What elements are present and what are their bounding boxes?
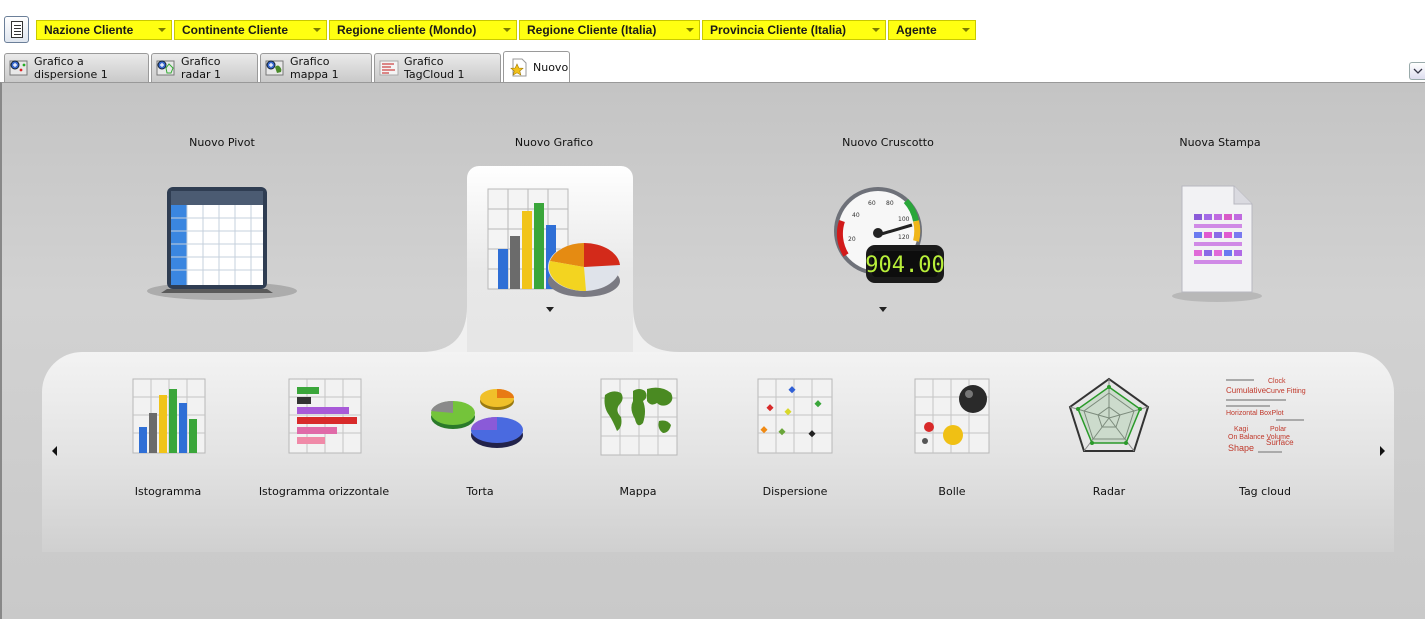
chevron-down-icon[interactable] (546, 307, 554, 312)
scroll-right-arrow-icon[interactable] (1380, 446, 1385, 456)
svg-text:80: 80 (886, 200, 894, 207)
chevron-down-icon (962, 28, 970, 32)
chevron-down-icon (872, 28, 880, 32)
chevron-down-icon (1413, 68, 1423, 74)
tab-label: Grafico TagCloud 1 (404, 55, 465, 81)
report-list-button[interactable] (4, 16, 29, 43)
world-map-icon (600, 378, 678, 456)
filter-regione-italia[interactable]: Regione Cliente (Italia) (519, 20, 700, 40)
svg-text:Shape: Shape (1228, 443, 1254, 453)
filter-provincia-italia[interactable]: Provincia Cliente (Italia) (702, 20, 886, 40)
svg-text:100: 100 (898, 216, 910, 223)
tab-nuovo[interactable]: Nuovo (503, 51, 570, 82)
chart-type-tag-cloud[interactable]: Clock Cumulative Curve Fitting Horizonta… (1190, 373, 1340, 498)
tab-grafico-radar[interactable]: Grafico radar 1 (151, 53, 258, 82)
filter-agente[interactable]: Agente (888, 20, 976, 40)
category-label-grafico: Nuovo Grafico (514, 136, 594, 149)
svg-text:20: 20 (848, 236, 856, 243)
filter-label: Nazione Cliente (44, 23, 134, 37)
horizontal-histogram-icon (288, 378, 362, 454)
svg-text:120: 120 (898, 234, 910, 241)
tab-strip: Grafico a dispersione 1 Grafico radar 1 … (4, 51, 572, 82)
svg-text:Surface: Surface (1266, 438, 1294, 447)
bubble-icon (914, 378, 990, 454)
category-label-pivot: Nuovo Pivot (189, 136, 255, 149)
chart-type-bolle[interactable]: Bolle (877, 373, 1027, 498)
tab-label: Grafico mappa 1 (290, 55, 339, 81)
chart-icon[interactable] (480, 181, 625, 306)
tab-grafico-tagcloud[interactable]: Grafico TagCloud 1 (374, 53, 501, 82)
filter-label: Continente Cliente (182, 23, 289, 37)
panel-joint (633, 306, 679, 352)
tab-label: Nuovo (533, 60, 569, 74)
gauge-readout: 904.00 (865, 253, 944, 278)
tab-label: Grafico radar 1 (181, 55, 222, 81)
chart-type-label: Torta (466, 485, 494, 498)
histogram-icon (132, 378, 206, 454)
scatter-chart-icon (8, 58, 30, 78)
radar-icon (1068, 377, 1150, 452)
pie-icon (431, 389, 523, 448)
filter-nazione-cliente[interactable]: Nazione Cliente (36, 20, 172, 40)
svg-text:Polar: Polar (1270, 426, 1287, 433)
chart-type-label: Dispersione (762, 485, 828, 498)
chart-type-istogramma[interactable]: Istogramma (93, 373, 243, 498)
filter-regione-mondo[interactable]: Regione cliente (Mondo) (329, 20, 517, 40)
category-label-cruscotto: Nuovo Cruscotto (842, 136, 934, 149)
filter-label: Agente (896, 23, 937, 37)
svg-text:Cumulative: Cumulative (1226, 386, 1267, 395)
gauge-icon[interactable]: 20 40 60 80 100 120 904.00 (812, 181, 962, 306)
tab-label: Grafico a dispersione 1 (34, 55, 108, 81)
chevron-down-icon (313, 28, 321, 32)
toolbar: Nazione Cliente Continente Cliente Regio… (0, 0, 1425, 46)
filter-label: Provincia Cliente (Italia) (710, 23, 847, 37)
filter-bar: Nazione Cliente Continente Cliente Regio… (36, 20, 978, 40)
tab-grafico-mappa[interactable]: Grafico mappa 1 (260, 53, 372, 82)
filter-label: Regione Cliente (Italia) (527, 23, 657, 37)
chart-type-label: Mappa (619, 485, 657, 498)
panel-joint (421, 306, 467, 352)
chart-type-torta[interactable]: Torta (405, 373, 555, 498)
scatter-icon (757, 378, 833, 454)
scroll-left-arrow-icon[interactable] (52, 446, 57, 456)
tag-cloud-icon: Clock Cumulative Curve Fitting Horizonta… (1226, 378, 1306, 453)
chart-type-label: Istogramma (134, 485, 202, 498)
chevron-down-icon (686, 28, 694, 32)
chart-type-label: Bolle (938, 485, 966, 498)
filter-label: Regione cliente (Mondo) (337, 23, 477, 37)
chart-type-dispersione[interactable]: Dispersione (720, 373, 870, 498)
chart-type-istogramma-orizzontale[interactable]: Istogramma orizzontale (249, 373, 399, 498)
star-document-icon (507, 57, 529, 77)
svg-text:40: 40 (852, 212, 860, 219)
svg-text:Clock: Clock (1268, 378, 1286, 385)
svg-text:Horizontal BoxPlot: Horizontal BoxPlot (1226, 410, 1284, 417)
chevron-down-icon (158, 28, 166, 32)
report-document-icon[interactable] (1162, 178, 1272, 308)
chart-type-label: Istogramma orizzontale (258, 485, 390, 498)
chart-type-label: Tag cloud (1239, 485, 1291, 498)
chart-type-label: Radar (1092, 485, 1126, 498)
chevron-down-icon (503, 28, 511, 32)
svg-text:60: 60 (868, 200, 876, 207)
svg-text:Kagi: Kagi (1234, 426, 1248, 433)
map-chart-icon (264, 58, 286, 78)
svg-text:Curve Fitting: Curve Fitting (1266, 388, 1306, 395)
tag-cloud-icon (378, 58, 400, 78)
collapse-panel-button[interactable] (1409, 62, 1425, 80)
new-content-panel: Nuovo Pivot Nuovo Grafico Nuovo Cruscott… (0, 82, 1425, 619)
filter-continente-cliente[interactable]: Continente Cliente (174, 20, 327, 40)
category-label-stampa: Nuova Stampa (1179, 136, 1261, 149)
pivot-table-icon[interactable] (137, 173, 307, 308)
tab-grafico-dispersione[interactable]: Grafico a dispersione 1 (4, 53, 149, 82)
radar-chart-icon (155, 58, 177, 78)
chart-type-radar[interactable]: Radar (1034, 373, 1184, 498)
chart-type-mappa[interactable]: Mappa (563, 373, 713, 498)
document-icon (11, 21, 23, 38)
chevron-down-icon[interactable] (879, 307, 887, 312)
